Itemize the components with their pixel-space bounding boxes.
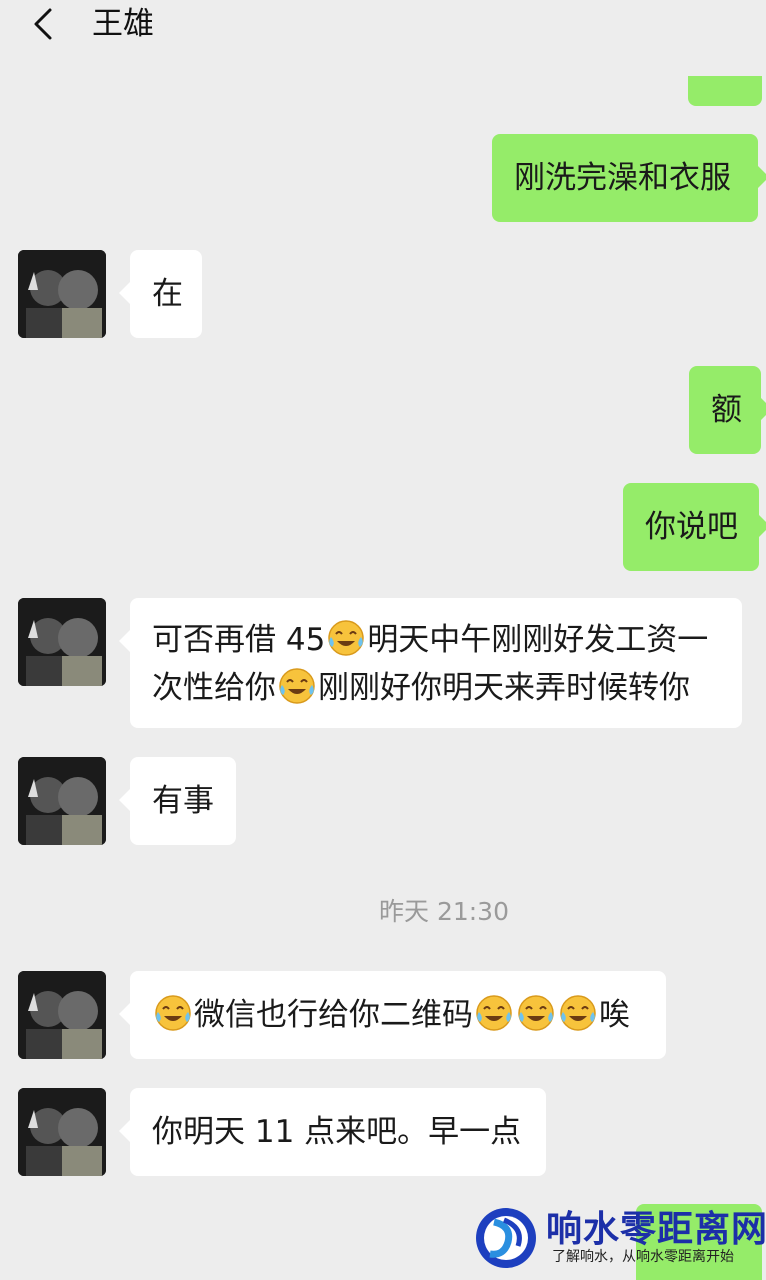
message-text: 在 <box>152 276 183 312</box>
message-bubble-sent[interactable]: 刚洗完澡和衣服 <box>492 134 766 222</box>
chat-area[interactable]: 刚洗完澡和衣服 在 额 你说吧 可否再借 45 明天中午刚刚好发工资一 次性给你 刚… <box>0 0 766 1280</box>
message-line: 次性给你 刚刚好你明天来弄时候转你 <box>152 664 720 712</box>
crying-laughing-emoji <box>328 620 365 656</box>
message-text: 刚洗完澡和衣服 <box>514 160 731 196</box>
crying-laughing-emoji <box>279 668 315 704</box>
message-text: 可否再借 45 <box>152 622 326 658</box>
crying-laughing-emoji <box>560 995 596 1031</box>
message-bubble-received[interactable]: 微信也行给你二维码 唉 <box>119 971 666 1059</box>
avatar[interactable] <box>18 598 106 686</box>
message-text: 你明天 11 点来吧。早一点 <box>152 1114 522 1150</box>
message-bubble-received[interactable]: 在 <box>119 250 202 338</box>
message-bubble-received[interactable]: 有事 <box>119 757 236 845</box>
crying-laughing-emoji <box>518 995 554 1031</box>
watermark-logo <box>476 1208 536 1268</box>
avatar[interactable] <box>18 757 106 845</box>
message-text: 你说吧 <box>645 509 738 545</box>
chevron-left-icon[interactable] <box>26 6 62 42</box>
message-bubble-sent[interactable]: 你说吧 <box>623 483 766 571</box>
watermark-slogan: 了解响水，从响水零距离开始 <box>552 1249 734 1265</box>
message-text: 明天中午刚刚好发工资一 <box>367 622 709 658</box>
message-text: 唉 <box>599 997 630 1033</box>
header-bar: 王雄 <box>0 0 766 76</box>
message-text: 有事 <box>152 783 214 819</box>
message-text: 次性给你 <box>152 670 276 706</box>
avatar[interactable] <box>18 971 106 1059</box>
avatar[interactable] <box>18 250 106 338</box>
timestamp: 昨天 21:30 <box>379 897 509 926</box>
crying-laughing-emoji <box>155 995 191 1031</box>
message-text: 额 <box>711 392 742 428</box>
message-bubble-received[interactable]: 你明天 11 点来吧。早一点 <box>119 1088 546 1176</box>
message-text: 微信也行给你二维码 <box>194 997 473 1033</box>
message-bubble-received[interactable]: 可否再借 45 明天中午刚刚好发工资一 次性给你 刚刚好你明天来弄时候转你 <box>119 598 742 728</box>
watermark: 响水零距离网 了解响水，从响水零距离开始 <box>474 1196 766 1280</box>
watermark-brand: 响水零距离网 <box>546 1208 766 1250</box>
message-line: 可否再借 45 明天中午刚刚好发工资一 <box>152 616 720 664</box>
chat-title: 王雄 <box>92 6 154 42</box>
message-text: 刚刚好你明天来弄时候转你 <box>318 670 690 706</box>
crying-laughing-emoji <box>476 995 512 1031</box>
message-bubble-sent[interactable]: 额 <box>689 366 766 454</box>
avatar[interactable] <box>18 1088 106 1176</box>
